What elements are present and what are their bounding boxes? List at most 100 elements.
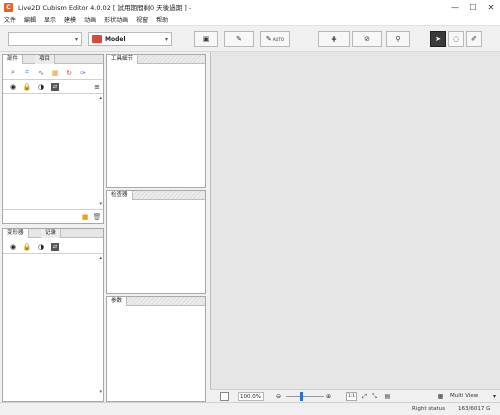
chevron-down-icon[interactable]: ▾ bbox=[490, 392, 499, 401]
menu-window[interactable]: 视窗 bbox=[132, 15, 152, 24]
new-folder-icon[interactable]: ■ bbox=[81, 213, 89, 221]
model-icon bbox=[92, 35, 102, 43]
maximize-button[interactable]: ☐ bbox=[464, 0, 482, 14]
zoom-unit: % bbox=[255, 394, 261, 400]
menu-edit[interactable]: 編輯 bbox=[20, 15, 40, 24]
zoom-out-icon[interactable]: ⊖ bbox=[274, 392, 283, 401]
auto-mesh-icon: ✎ bbox=[265, 35, 272, 43]
brush-tool-button[interactable]: ✐ bbox=[466, 31, 482, 47]
mode-select-label: Model bbox=[105, 35, 126, 43]
play-circle-icon[interactable]: ◑ bbox=[37, 83, 45, 91]
inspector-header: 检查器 bbox=[107, 191, 205, 200]
rotate-icon: ⊘ bbox=[364, 35, 370, 43]
glue-icon: ⚲ bbox=[395, 35, 401, 43]
menu-file[interactable]: 文件 bbox=[0, 15, 20, 24]
lasso-tool-button[interactable]: ◌ bbox=[448, 31, 464, 47]
pin-icon[interactable]: ✑ bbox=[79, 69, 87, 77]
zoom-input[interactable]: 100.0% bbox=[238, 392, 264, 401]
minimize-button[interactable]: — bbox=[446, 0, 464, 14]
auto-mesh-button[interactable]: ✎ AUTO bbox=[260, 31, 290, 47]
tool-detail-title: 工具細节 bbox=[107, 55, 139, 64]
zoom-slider-track[interactable] bbox=[286, 396, 324, 397]
parts-panel-tabs: 部件 項目 bbox=[3, 55, 103, 64]
search-icon[interactable]: ⌕ bbox=[9, 68, 17, 77]
window-title: Live2D Cubism Editor 4.0.02 [ 試用期間剩0 天後過… bbox=[18, 4, 192, 12]
right-status-label: Right status bbox=[412, 406, 446, 412]
eye-icon[interactable]: ◉ bbox=[9, 243, 17, 251]
parts-panel: 部件 項目 ⌕ ⌗ ∿ ▦ ↻ ✑ ◉ 🔒 ◑ ⇄ ≡ ▴ ▾ ■ 🗑 bbox=[2, 54, 104, 224]
zoom-value: 100.0 bbox=[240, 394, 256, 400]
canvas-viewport[interactable] bbox=[210, 52, 500, 389]
tab-items[interactable]: 項目 bbox=[35, 55, 56, 64]
scroll-down-icon[interactable]: ▾ bbox=[99, 389, 102, 395]
zoom-in-icon[interactable]: ⊕ bbox=[324, 392, 333, 401]
scroll-up-icon[interactable]: ▴ bbox=[99, 95, 102, 101]
inspector-title: 检查器 bbox=[107, 191, 133, 200]
app-logo-icon: C bbox=[4, 2, 13, 12]
arrow-tool-button[interactable]: ➤ bbox=[430, 31, 446, 47]
link-icon[interactable]: ∿ bbox=[37, 69, 45, 77]
play-circle-icon[interactable]: ◑ bbox=[37, 243, 45, 251]
lock-icon[interactable]: 🔒 bbox=[23, 83, 32, 91]
deformer-rotate-button[interactable]: ⊘ bbox=[352, 31, 382, 47]
menu-icon[interactable]: ≡ bbox=[93, 83, 101, 91]
document-select[interactable]: ▾ bbox=[8, 32, 82, 46]
tool-detail-header: 工具細节 bbox=[107, 55, 205, 64]
lock-icon[interactable]: 🔒 bbox=[23, 243, 32, 251]
menu-modeling[interactable]: 建模 bbox=[60, 15, 80, 24]
title-bar: C Live2D Cubism Editor 4.0.02 [ 試用期間剩0 天… bbox=[0, 0, 500, 14]
main-toolbar: ▾ Model ▾ ▣ ✎ ✎ AUTO ⋕ ⊘ ⚲ ➤ ◌ ✐ bbox=[0, 26, 500, 52]
auto-label: AUTO bbox=[272, 36, 285, 42]
eye-icon[interactable]: ◉ bbox=[9, 83, 17, 91]
fit-icon[interactable]: ⤢ bbox=[360, 392, 369, 401]
select-mesh-icon[interactable]: ⌗ bbox=[23, 68, 31, 77]
rotation-icon[interactable]: ↻ bbox=[65, 69, 73, 77]
cursor-arrow-icon: ➤ bbox=[435, 35, 441, 43]
glue-button[interactable]: ⚲ bbox=[386, 31, 410, 47]
deformer-warp-button[interactable]: ⋕ bbox=[318, 31, 350, 47]
view-bottom-bar: 100.0% ⊖ ⊕ 1:1 ⤢ ⤡ ▤ ▦ Multi View ▾ bbox=[210, 389, 500, 402]
fit-selection-icon[interactable]: ⤡ bbox=[370, 392, 379, 401]
tool-detail-panel: 工具細节 bbox=[106, 54, 206, 188]
menu-form-animation[interactable]: 形状动画 bbox=[100, 15, 132, 24]
warp-grid-icon: ⋕ bbox=[331, 35, 337, 43]
parameters-panel: 参数 bbox=[106, 296, 206, 402]
mesh-edit-button[interactable]: ✎ bbox=[224, 31, 254, 47]
menu-help[interactable]: 帮助 bbox=[152, 15, 172, 24]
background-toggle-icon[interactable] bbox=[220, 392, 229, 401]
scroll-up-icon[interactable]: ▴ bbox=[99, 255, 102, 261]
actual-size-button[interactable]: 1:1 bbox=[346, 392, 357, 401]
multi-view-icon[interactable]: ▦ bbox=[436, 392, 445, 401]
scroll-down-icon[interactable]: ▾ bbox=[99, 201, 102, 207]
close-button[interactable]: ✕ bbox=[482, 0, 500, 14]
tab-deformer[interactable]: 变形器 bbox=[3, 229, 29, 238]
chevron-down-icon: ▾ bbox=[164, 36, 168, 43]
divider bbox=[3, 253, 103, 254]
actual-size-label: 1:1 bbox=[347, 394, 356, 399]
deformer-visibility-row: ◉ 🔒 ◑ ⇄ bbox=[5, 241, 101, 252]
mode-select[interactable]: Model ▾ bbox=[88, 32, 172, 46]
zoom-slider-thumb[interactable] bbox=[300, 392, 303, 401]
divider bbox=[3, 209, 103, 210]
deformer-panel: 变形器 记录 ◉ 🔒 ◑ ⇄ ▴ ▾ bbox=[2, 228, 104, 402]
menu-animation[interactable]: 动画 bbox=[80, 15, 100, 24]
parts-visibility-row: ◉ 🔒 ◑ ⇄ ≡ bbox=[5, 81, 101, 92]
deformer-panel-tabs: 变形器 记录 bbox=[3, 229, 103, 238]
parameters-header: 参数 bbox=[107, 297, 205, 306]
color-grid-icon[interactable]: ▦ bbox=[51, 69, 59, 77]
layer-toggle-icon[interactable]: ⇄ bbox=[51, 242, 59, 251]
menu-view[interactable]: 显示 bbox=[40, 15, 60, 24]
trash-icon[interactable]: 🗑 bbox=[93, 213, 102, 221]
status-bar: Right status 163/6017 G bbox=[0, 402, 500, 415]
tab-parts[interactable]: 部件 bbox=[3, 55, 24, 64]
view-mode-label[interactable]: Multi View bbox=[450, 393, 478, 399]
film-strip-icon[interactable]: ▤ bbox=[382, 392, 393, 401]
parameters-title: 参数 bbox=[107, 297, 128, 306]
layer-toggle-icon[interactable]: ⇄ bbox=[51, 82, 59, 91]
lasso-icon: ◌ bbox=[452, 35, 460, 43]
tab-history[interactable]: 记录 bbox=[41, 229, 62, 238]
memory-usage: 163/6017 G bbox=[458, 406, 491, 412]
parts-tool-row: ⌕ ⌗ ∿ ▦ ↻ ✑ bbox=[5, 67, 101, 78]
app-window: C Live2D Cubism Editor 4.0.02 [ 試用期間剩0 天… bbox=[0, 0, 500, 415]
palette-button[interactable]: ▣ bbox=[194, 31, 218, 47]
